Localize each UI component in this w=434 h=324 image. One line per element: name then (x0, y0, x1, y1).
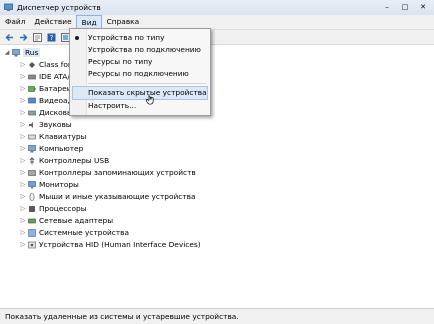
tree-item-label: Дисковы (39, 108, 73, 117)
tree-item-label: Контроллеры запоминающих устройств (39, 168, 196, 177)
device-class-icon (29, 61, 35, 68)
expand-icon[interactable]: ▷ (20, 109, 26, 116)
expand-icon[interactable]: ▷ (20, 97, 26, 104)
tree-item[interactable]: ▷ Дисковы (20, 107, 73, 118)
usb-icon (29, 156, 35, 164)
menu-item-devices-by-connection[interactable]: Устройства по подключению (88, 44, 201, 56)
tree-item-label: Компьютер (39, 144, 84, 153)
battery-icon (28, 85, 36, 92)
computer-icon (28, 144, 36, 152)
tree-item[interactable]: ▷ Контроллеры запоминающих устройств (20, 167, 196, 178)
tree-item-label: Контроллеры USB (39, 156, 110, 165)
device-manager-icon (4, 3, 13, 11)
expand-icon[interactable]: ▷ (20, 73, 26, 80)
expand-icon[interactable]: ▷ (20, 85, 26, 92)
properties-icon[interactable] (32, 32, 42, 42)
help-icon[interactable]: ? (46, 32, 56, 42)
monitor-icon (28, 180, 36, 188)
view-menu-dropdown: Устройства по типу Устройства по подключ… (69, 28, 211, 116)
system-devices-icon (28, 228, 36, 237)
tree-item[interactable]: ▷ Мыши и иные указывающие устройства (20, 191, 196, 202)
menu-help[interactable]: Справка (102, 15, 144, 29)
menu-separator (88, 83, 206, 84)
minimize-button[interactable]: – (378, 0, 396, 13)
back-arrow-icon[interactable] (4, 32, 14, 42)
tree-item-label: Устройства HID (Human Interface Devices) (39, 240, 201, 249)
tree-item-label: Звуковы (39, 120, 72, 129)
tree-item[interactable]: ▷ Компьютер (20, 143, 84, 154)
network-adapter-icon (28, 218, 36, 223)
menu-item-customize[interactable]: Настроить... (88, 100, 136, 112)
menu-bar: Файл Действие Вид Справка (0, 15, 434, 30)
tree-item-label: Мыши и иные указывающие устройства (39, 192, 196, 201)
tree-item[interactable]: ▷ Процессоры (20, 203, 87, 214)
expand-icon[interactable]: ▷ (20, 121, 26, 128)
tree-item[interactable]: ▷ Контроллеры USB (20, 155, 109, 166)
menu-view[interactable]: Вид (75, 15, 102, 29)
computer-icon (12, 48, 20, 56)
expand-icon[interactable]: ▷ (20, 181, 26, 188)
menu-item-devices-by-type[interactable]: Устройства по типу (88, 32, 165, 44)
ide-controller-icon (28, 74, 36, 79)
tree-item-label: IDE ATA/ (39, 72, 70, 81)
expand-icon[interactable]: ▷ (20, 241, 26, 248)
expand-icon[interactable]: ▷ (20, 133, 26, 140)
expand-icon[interactable]: ▷ (20, 205, 26, 212)
hand-cursor-icon (146, 94, 154, 105)
mouse-icon (29, 192, 35, 201)
expand-icon[interactable]: ▷ (20, 145, 26, 152)
collapse-icon[interactable]: ◢ (4, 49, 10, 56)
expand-icon[interactable]: ▷ (20, 193, 26, 200)
tree-item-label: Мониторы (39, 180, 79, 189)
tree-item[interactable]: ▷ Клавиатуры (20, 131, 87, 142)
tree-root-label: Rus (23, 48, 41, 57)
disk-drive-icon (28, 110, 36, 115)
tree-item-label: Системные устройства (39, 228, 130, 237)
radio-bullet-icon (75, 36, 79, 40)
tree-item[interactable]: ▷ Устройства HID (Human Interface Device… (20, 239, 201, 250)
menu-item-resources-by-type[interactable]: Ресурсы по типу (88, 56, 152, 68)
menu-file[interactable]: Файл (0, 15, 29, 29)
menu-action[interactable]: Действие (29, 15, 75, 29)
tree-item-label: Сетевые адаптеры (39, 216, 114, 225)
tree-item[interactable]: ▷ Мониторы (20, 179, 79, 190)
tree-item[interactable]: ▷ Батареи (20, 83, 72, 94)
status-text: Показать удаленные из системы и устаревш… (5, 312, 239, 321)
display-adapter-icon (28, 97, 36, 103)
tree-item[interactable]: ▷ Сетевые адаптеры (20, 215, 113, 226)
keyboard-icon (28, 134, 36, 139)
tree-item[interactable]: ▷ IDE ATA/ (20, 71, 70, 82)
svg-text:?: ? (49, 34, 53, 42)
tree-item-label: Клавиатуры (39, 132, 87, 141)
title-bar: Диспетчер устройств – □ ✕ (0, 0, 434, 16)
forward-arrow-icon[interactable] (18, 32, 28, 42)
tree-item[interactable]: ▷ Звуковы (20, 119, 72, 130)
storage-controller-icon (28, 169, 36, 176)
status-bar: Показать удаленные из системы и устаревш… (0, 308, 434, 324)
hid-icon (28, 241, 36, 248)
toolbar: ? (0, 30, 434, 45)
tree-item[interactable]: ▷ Системные устройства (20, 227, 129, 238)
processor-icon (29, 205, 35, 212)
tree-item-label: Батареи (39, 84, 72, 93)
expand-icon[interactable]: ▷ (20, 61, 26, 68)
maximize-button[interactable]: □ (396, 0, 414, 13)
expand-icon[interactable]: ▷ (20, 169, 26, 176)
tree-root[interactable]: ◢ Rus (4, 47, 41, 58)
menu-gutter (70, 29, 87, 115)
device-tree: ◢ Rus ▷ Class for I ▷ IDE ATA/ ▷ Батареи… (0, 45, 434, 308)
tree-item-label: Процессоры (39, 204, 87, 213)
menu-item-resources-by-connection[interactable]: Ресурсы по подключению (88, 68, 189, 80)
sound-device-icon (29, 121, 33, 128)
tree-item[interactable]: ▷ Class for I (20, 59, 76, 70)
expand-icon[interactable]: ▷ (20, 229, 26, 236)
expand-icon[interactable]: ▷ (20, 157, 26, 164)
window-title: Диспетчер устройств (17, 3, 101, 12)
close-button[interactable]: ✕ (414, 0, 432, 13)
expand-icon[interactable]: ▷ (20, 217, 26, 224)
